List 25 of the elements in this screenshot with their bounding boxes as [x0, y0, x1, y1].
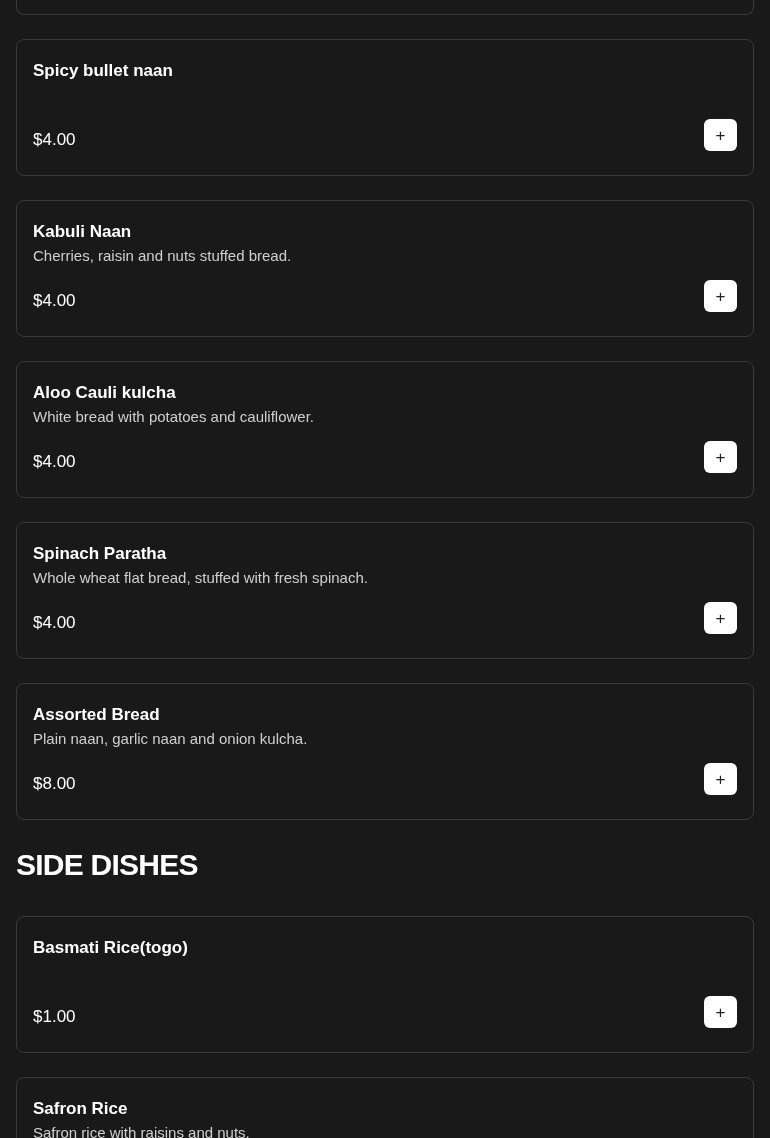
- item-description: Whole wheat flat bread, stuffed with fresh spinach.: [33, 568, 368, 588]
- item-price: $4.00: [33, 129, 77, 151]
- add-button[interactable]: +: [704, 602, 737, 634]
- item-price: $4.00: [33, 451, 77, 473]
- add-button[interactable]: +: [704, 280, 737, 312]
- add-button[interactable]: +: [704, 119, 737, 151]
- item-price: $4.00: [33, 612, 77, 634]
- item-name: Basmati Rice(togo): [33, 937, 188, 959]
- item-name: Aloo Cauli kulcha: [33, 382, 177, 404]
- add-button[interactable]: +: [704, 763, 737, 795]
- section-heading: SIDE DISHES: [16, 847, 199, 883]
- item-name: Spinach Paratha: [33, 543, 168, 565]
- item-price: $1.00: [33, 1006, 77, 1028]
- item-name: Spicy bullet naan: [33, 60, 173, 82]
- item-name: Safron Rice: [33, 1098, 129, 1120]
- item-name: Assorted Bread: [33, 704, 161, 726]
- item-description: Safron rice with raisins and nuts.: [33, 1123, 250, 1138]
- item-description: Cherries, raisin and nuts stuffed bread.: [33, 246, 292, 266]
- item-description: Plain naan, garlic naan and onion kulcha.: [33, 729, 308, 749]
- add-button[interactable]: +: [704, 996, 737, 1028]
- add-button[interactable]: +: [704, 441, 737, 473]
- item-price: $4.00: [33, 290, 77, 312]
- item-name: Kabuli Naan: [33, 221, 133, 243]
- item-price: $8.00: [33, 773, 77, 795]
- item-description: White bread with potatoes and cauliflower.: [33, 407, 314, 427]
